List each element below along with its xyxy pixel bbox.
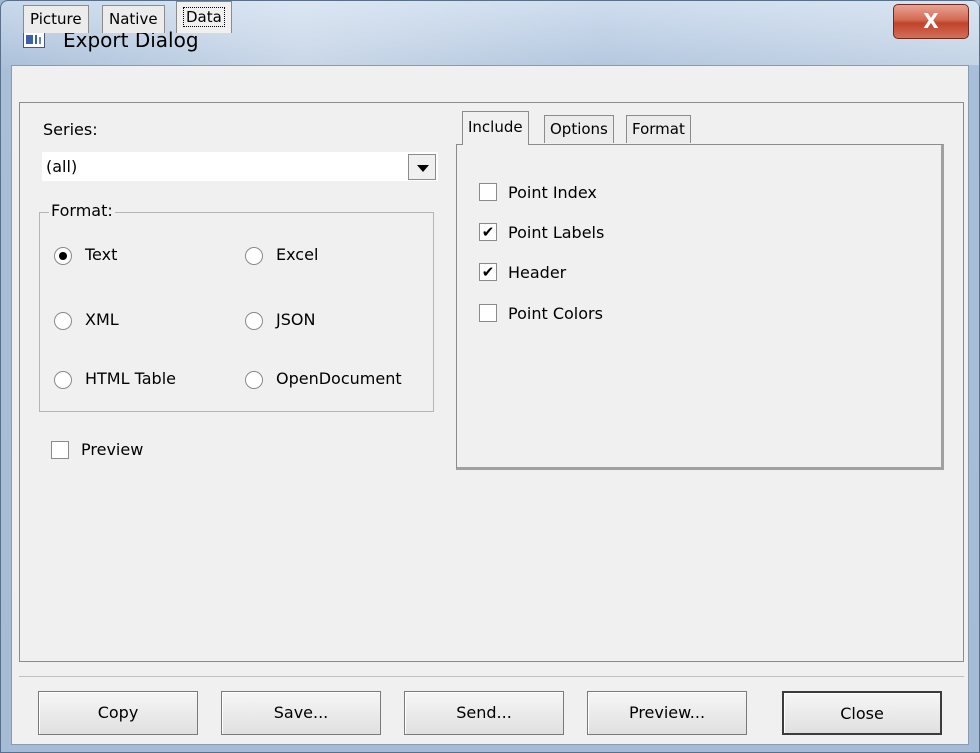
format-html-table-label: HTML Table	[85, 369, 176, 388]
header-label: Header	[508, 263, 567, 282]
tab-data-label: Data	[183, 7, 225, 27]
format-opendocument-radio[interactable]	[245, 371, 263, 389]
point-index-checkbox[interactable]	[479, 183, 497, 201]
series-select-value: (all)	[46, 157, 78, 176]
tab-format[interactable]: Format	[626, 115, 691, 143]
check-icon: ✔	[481, 263, 495, 281]
series-select[interactable]: (all)	[41, 151, 439, 182]
save-button[interactable]: Save...	[221, 691, 381, 735]
format-json-radio[interactable]	[245, 312, 263, 330]
export-dialog-window: Export Dialog X Picture Native Data Seri…	[0, 0, 980, 753]
format-excel-label: Excel	[276, 245, 319, 264]
app-icon	[23, 31, 45, 48]
check-icon: ✔	[481, 223, 495, 241]
format-group-label: Format:	[49, 201, 115, 220]
format-excel-radio[interactable]	[245, 247, 263, 265]
preview-checkbox-label: Preview	[81, 440, 144, 459]
format-html-table-radio[interactable]	[54, 371, 72, 389]
tab-native-label: Native	[109, 10, 158, 28]
format-json-label: JSON	[276, 310, 316, 329]
point-labels-checkbox[interactable]: ✔	[479, 223, 497, 241]
tab-native[interactable]: Native	[102, 5, 165, 33]
close-button[interactable]: Close	[782, 691, 942, 735]
header-checkbox[interactable]: ✔	[479, 263, 497, 281]
format-text-radio[interactable]	[54, 247, 72, 265]
close-window-button[interactable]: X	[893, 4, 969, 39]
point-colors-checkbox[interactable]	[479, 304, 497, 322]
point-labels-label: Point Labels	[508, 223, 605, 242]
format-xml-label: XML	[85, 310, 119, 329]
preview-checkbox[interactable]	[51, 441, 69, 459]
point-index-label: Point Index	[508, 183, 597, 202]
series-label: Series:	[43, 120, 98, 139]
format-opendocument-label: OpenDocument	[276, 369, 402, 388]
preview-button[interactable]: Preview...	[587, 691, 747, 735]
format-text-label: Text	[85, 245, 118, 264]
tab-picture[interactable]: Picture	[23, 5, 89, 33]
tab-options-label: Options	[550, 120, 608, 138]
send-button[interactable]: Send...	[404, 691, 564, 735]
tab-include[interactable]: Include	[462, 111, 529, 145]
point-colors-label: Point Colors	[508, 304, 603, 323]
tab-include-label: Include	[468, 118, 523, 136]
close-icon: X	[923, 9, 939, 33]
tab-picture-label: Picture	[30, 10, 82, 28]
tab-format-label: Format	[632, 120, 685, 138]
copy-button[interactable]: Copy	[38, 691, 198, 735]
tab-data[interactable]: Data	[176, 1, 232, 33]
format-xml-radio[interactable]	[54, 312, 72, 330]
chevron-down-icon[interactable]	[408, 154, 436, 180]
tab-options[interactable]: Options	[544, 115, 614, 143]
